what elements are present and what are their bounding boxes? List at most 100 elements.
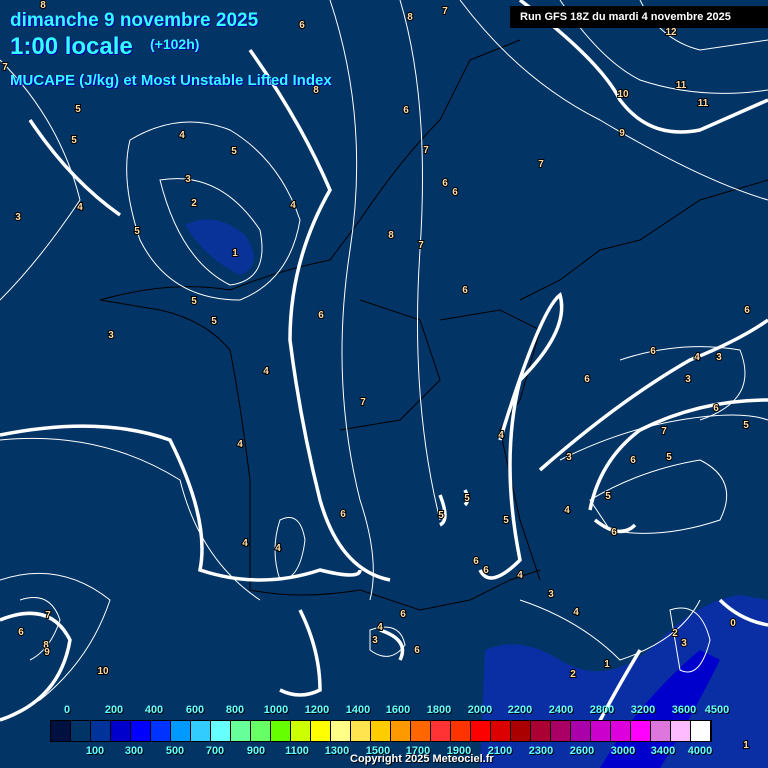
contour-label: 3 [566,452,572,463]
contour-label: 5 [231,146,237,157]
li-contours-thick [0,0,768,741]
legend-swatch [671,721,691,741]
legend-label: 1600 [385,704,411,716]
legend-label: 2300 [528,745,554,757]
contour-label: 6 [462,285,468,296]
legend-swatch [131,721,151,741]
legend-label: 1900 [446,745,472,757]
legend-swatch [351,721,371,741]
contour-label: 5 [191,296,197,307]
contour-label: 6 [18,627,24,638]
contour-label: 7 [661,426,667,437]
contour-label: 3 [716,352,722,363]
contour-label: 0 [730,618,736,629]
legend-label: 3000 [610,745,636,757]
contour-label: 6 [414,645,420,656]
contour-label: 2 [672,628,678,639]
legend-swatch [91,721,111,741]
contour-label: 7 [442,6,448,17]
legend-swatch [591,721,611,741]
contour-label: 4 [498,430,504,441]
contour-label: 8 [407,12,413,23]
contour-label: 6 [452,187,458,198]
contour-label: 9 [619,128,625,139]
lead-time: (+102h) [150,36,200,52]
legend-swatch [691,721,711,741]
contour-label: 5 [71,135,77,146]
legend-swatch [191,721,211,741]
cape-area-west [185,219,254,275]
legend-label: 700 [205,745,225,757]
run-info: Run GFS 18Z du mardi 4 novembre 2025 [510,6,768,28]
contour-label: 7 [418,240,424,251]
contour-label: 3 [15,212,21,223]
legend-swatch [571,721,591,741]
contour-label: 3 [372,635,378,646]
legend-label: 1500 [365,745,391,757]
legend-swatch [651,721,671,741]
legend-label: 2200 [507,704,533,716]
contour-label: 1 [232,248,238,259]
legend-swatch [111,721,131,741]
contour-label: 6 [713,403,719,414]
contour-label: 5 [605,491,611,502]
legend-label: 600 [185,704,205,716]
contour-label: 11 [698,98,709,109]
contour-label: 7 [2,62,8,73]
contour-label: 9 [44,647,50,658]
lifted-index-map: 87687121011118975654574532 41355646687663… [0,0,768,768]
legend-label: 3400 [650,745,676,757]
legend-swatch [251,721,271,741]
contour-label: 5 [75,104,81,115]
legend-label: 900 [246,745,266,757]
legend-swatch [331,721,351,741]
legend-label: 200 [104,704,124,716]
contour-label: 6 [630,455,636,466]
contour-label: 7 [538,159,544,170]
contour-label: 4 [275,543,281,554]
legend-label: 1700 [405,745,431,757]
contour-label: 4 [263,366,269,377]
parameter-title: MUCAPE (J/kg) et Most Unstable Lifted In… [10,72,332,89]
contour-label: 4 [179,130,185,141]
legend-swatch [471,721,491,741]
contour-label: 4 [77,202,83,213]
legend-label: 300 [124,745,144,757]
contour-label: 5 [464,493,470,504]
legend-label: 1100 [285,745,309,757]
contour-label: 6 [584,374,590,385]
contour-label: 11 [676,80,687,91]
contour-label: 3 [185,174,191,185]
legend-swatch [271,721,291,741]
legend-swatch [411,721,431,741]
legend-label: 4000 [687,745,713,757]
contour-label: 8 [388,230,394,241]
legend-label: 1200 [304,704,330,716]
contour-label: 6 [340,509,346,520]
contour-label: 1 [604,659,610,670]
legend-label: 1800 [426,704,452,716]
contour-label: 4 [517,570,523,581]
legend-swatch [171,721,191,741]
legend-swatch [51,721,71,741]
contour-label: 6 [473,556,479,567]
contour-label: 3 [108,330,114,341]
contour-label: 10 [617,89,629,100]
contour-label: 2 [191,198,197,209]
legend-swatch [611,721,631,741]
contour-label: 12 [665,27,677,38]
forecast-date: dimanche 9 novembre 2025 [10,10,259,31]
contour-label: 4 [237,439,243,450]
contour-label: 5 [503,515,509,526]
contour-label: 3 [681,638,687,649]
contour-label: 6 [442,178,448,189]
legend-swatch [531,721,551,741]
li-contours-thin [0,0,768,721]
contour-label: 7 [45,610,51,621]
legend-label: 2000 [467,704,493,716]
legend-swatch [451,721,471,741]
contour-label: 6 [483,565,489,576]
legend-label: 2400 [548,704,574,716]
legend-swatch [211,721,231,741]
contour-label: 6 [650,346,656,357]
